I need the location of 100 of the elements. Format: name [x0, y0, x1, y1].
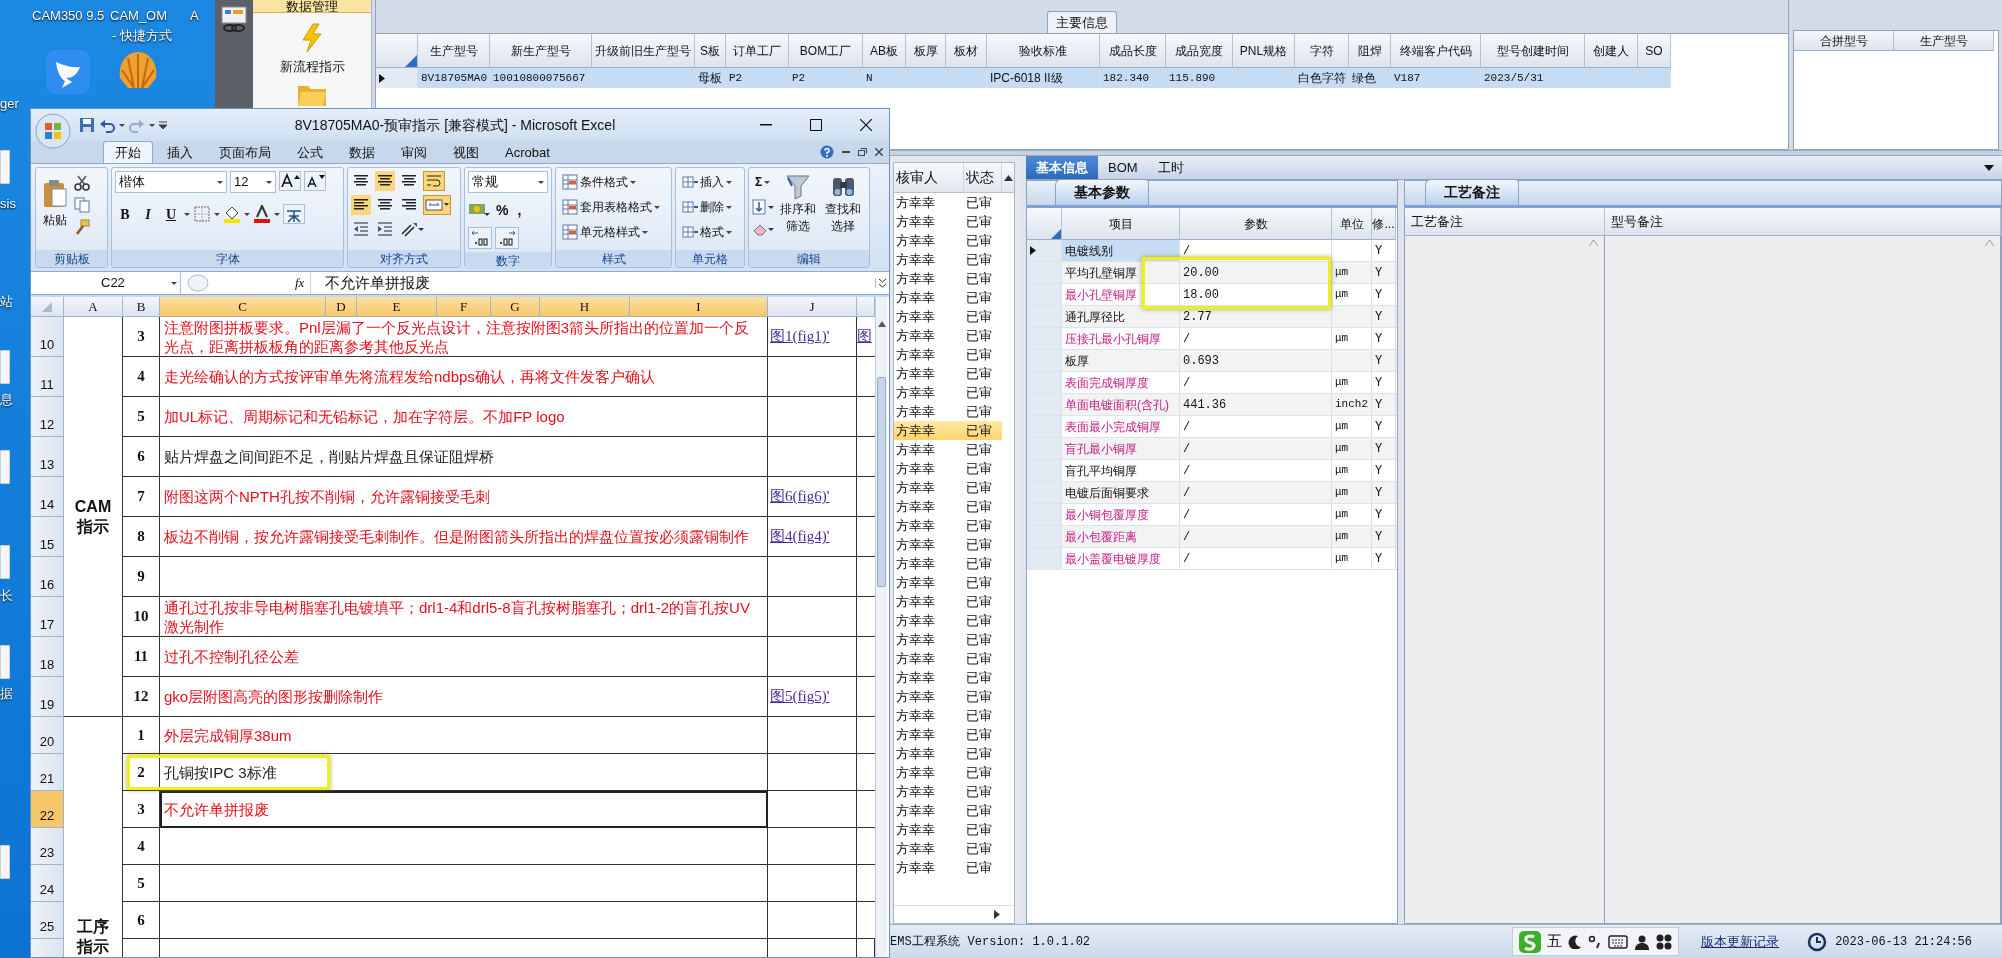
- table-cell[interactable]: 板边不削铜，按允许露铜接受毛刺制作。但是附图箭头所指出的焊盘位置按必须露铜制作: [160, 517, 768, 557]
- table-row[interactable]: 盲孔最小铜厚 / μm Y: [1027, 438, 1397, 460]
- nav-tab[interactable]: 数据管理: [253, 0, 371, 13]
- table-row[interactable]: 最小包覆距离 / μm Y: [1027, 526, 1397, 548]
- list-row[interactable]: 方幸幸 已审: [894, 231, 1002, 250]
- dropdown-arrow-icon[interactable]: [1984, 165, 1994, 171]
- row-header[interactable]: 13: [31, 437, 64, 477]
- style-menu-button[interactable]: 单元格样式: [559, 221, 668, 243]
- brush-icon[interactable]: [74, 219, 90, 235]
- table-cell[interactable]: [160, 557, 768, 597]
- grow-font-icon[interactable]: [279, 171, 301, 191]
- ribbon-tab[interactable]: 视图: [441, 141, 491, 163]
- font-name-field[interactable]: 楷体: [115, 171, 227, 193]
- middle-align-icon[interactable]: [375, 171, 395, 191]
- table-row[interactable]: 通孔厚径比 2.77 Y: [1027, 306, 1397, 328]
- list-row[interactable]: 方幸幸 已审: [894, 687, 1002, 706]
- table-row[interactable]: 最小孔壁铜厚 18.00 μm Y: [1027, 284, 1397, 306]
- scroll-right-icon[interactable]: [994, 910, 1000, 919]
- changelog-link[interactable]: 版本更新记录: [1701, 931, 1780, 952]
- hyperlink[interactable]: 图4(fig4)': [770, 527, 830, 546]
- save-icon[interactable]: [79, 117, 95, 133]
- autosum-button[interactable]: Σ: [752, 171, 774, 193]
- table-cell[interactable]: 不允许单拼报废: [160, 791, 768, 828]
- table-row[interactable]: 盲孔平均铜厚 / μm Y: [1027, 460, 1397, 482]
- list-row[interactable]: 方幸幸 已审: [894, 364, 1002, 383]
- row-header[interactable]: 14: [31, 477, 64, 517]
- tab[interactable]: 基本参数: [1055, 179, 1149, 205]
- column-header[interactable]: 修...: [1372, 208, 1396, 240]
- list-row[interactable]: 方幸幸 已审: [894, 706, 1002, 725]
- list-row[interactable]: 方幸幸 已审: [894, 250, 1002, 269]
- list-row[interactable]: 方幸幸 已审: [894, 668, 1002, 687]
- scrollbar-thumb[interactable]: [877, 377, 886, 587]
- list-row[interactable]: 方幸幸 已审: [894, 345, 1002, 364]
- column-header[interactable]: 参数: [1180, 208, 1332, 240]
- column-header[interactable]: PNL规格: [1233, 34, 1295, 68]
- tab[interactable]: 基本信息: [1026, 156, 1098, 179]
- row-header[interactable]: 25: [31, 902, 64, 939]
- close-icon[interactable]: [860, 119, 872, 131]
- grid-icon[interactable]: [1656, 933, 1673, 950]
- tab[interactable]: 工艺备注: [1425, 179, 1519, 205]
- row-header[interactable]: 21: [31, 754, 64, 791]
- column-header[interactable]: SO: [1638, 34, 1671, 68]
- column-header[interactable]: AB板: [863, 34, 906, 68]
- increase-indent-icon[interactable]: [375, 219, 395, 239]
- list-row[interactable]: 方幸幸 已审: [894, 269, 1002, 288]
- align-left-icon[interactable]: [351, 195, 371, 215]
- ribbon-tab[interactable]: 审阅: [389, 141, 439, 163]
- column-header[interactable]: 创建人: [1585, 34, 1638, 68]
- decrease-decimal-icon[interactable]: [495, 227, 519, 249]
- cell-menu-button[interactable]: 插入: [679, 171, 741, 193]
- column-header[interactable]: 生产型号: [418, 34, 490, 68]
- table-cell[interactable]: [160, 902, 768, 939]
- column-header[interactable]: C: [160, 297, 326, 317]
- column-header[interactable]: 字符: [1295, 34, 1349, 68]
- nav-item[interactable]: 新流程指示: [279, 57, 345, 77]
- list-row[interactable]: 方幸幸 已审: [894, 554, 1002, 573]
- font-color-icon[interactable]: [253, 205, 271, 223]
- hyperlink[interactable]: 图1(fig1)': [770, 327, 830, 346]
- list-row[interactable]: 方幸幸 已审: [894, 820, 1002, 839]
- list-row[interactable]: 方幸幸 已审: [894, 497, 1002, 516]
- currency-icon[interactable]: [468, 201, 490, 219]
- column-header[interactable]: 型号创建时间: [1481, 34, 1585, 68]
- ribbon-tab[interactable]: 公式: [285, 141, 335, 163]
- style-menu-button[interactable]: 套用表格格式: [559, 196, 668, 218]
- list-row[interactable]: 方幸幸 已审: [894, 421, 1002, 440]
- italic-button[interactable]: I: [138, 203, 158, 225]
- close-icon[interactable]: [875, 148, 883, 156]
- row-header[interactable]: 19: [31, 677, 64, 717]
- list-row[interactable]: 方幸幸 已审: [894, 858, 1002, 877]
- list-row[interactable]: 方幸幸 已审: [894, 763, 1002, 782]
- formula-field[interactable]: 不允许单拼报废: [310, 271, 869, 295]
- row-header[interactable]: 15: [31, 517, 64, 557]
- undo-icon[interactable]: [99, 117, 115, 133]
- copy-icon[interactable]: [74, 197, 90, 213]
- keyboard-icon[interactable]: [1608, 934, 1629, 949]
- row-header[interactable]: 24: [31, 865, 64, 902]
- sort-arrow-icon[interactable]: [1004, 175, 1013, 181]
- table-row[interactable]: 电镀后面铜要求 / μm Y: [1027, 482, 1397, 504]
- column-header[interactable]: 工艺备注: [1405, 208, 1605, 236]
- ribbon-tab[interactable]: 数据: [337, 141, 387, 163]
- list-row[interactable]: 方幸幸 已审: [894, 402, 1002, 421]
- column-header[interactable]: 成品宽度: [1166, 34, 1233, 68]
- table-row[interactable]: 表面完成铜厚度 / μm Y: [1027, 372, 1397, 394]
- table-row[interactable]: 单面电镀面积(含孔) 441.36 inch2 Y: [1027, 394, 1397, 416]
- row-header[interactable]: 20: [31, 717, 64, 754]
- link-icon[interactable]: [219, 4, 249, 34]
- column-header[interactable]: 新生产型号: [490, 34, 592, 68]
- table-row[interactable]: 平均孔壁铜厚 20.00 μm Y: [1027, 262, 1397, 284]
- list-row[interactable]: 方幸幸 已审: [894, 649, 1002, 668]
- table-row[interactable]: 最小盖覆电镀厚度 / μm Y: [1027, 548, 1397, 570]
- table-cell[interactable]: 注意附图拼板要求。Pnl层漏了一个反光点设计，注意按附图3箭头所指出的位置加一个反光点，距离拼板板角的距离参考其他反光点: [160, 317, 768, 357]
- fill-down-icon[interactable]: [752, 199, 774, 215]
- column-header[interactable]: I: [630, 297, 768, 317]
- table-cell[interactable]: [160, 865, 768, 902]
- column-header[interactable]: E: [357, 297, 437, 317]
- column-header[interactable]: 单位: [1332, 208, 1372, 240]
- column-header[interactable]: 板材: [946, 34, 987, 68]
- function-label[interactable]: fx: [295, 273, 305, 293]
- table-cell[interactable]: 通孔过孔按非导电树脂塞孔电镀填平；drl1-4和drl5-8盲孔按树脂塞孔；drl1-2的盲孔按UV激光制作: [160, 597, 768, 637]
- row-header[interactable]: 17: [31, 597, 64, 637]
